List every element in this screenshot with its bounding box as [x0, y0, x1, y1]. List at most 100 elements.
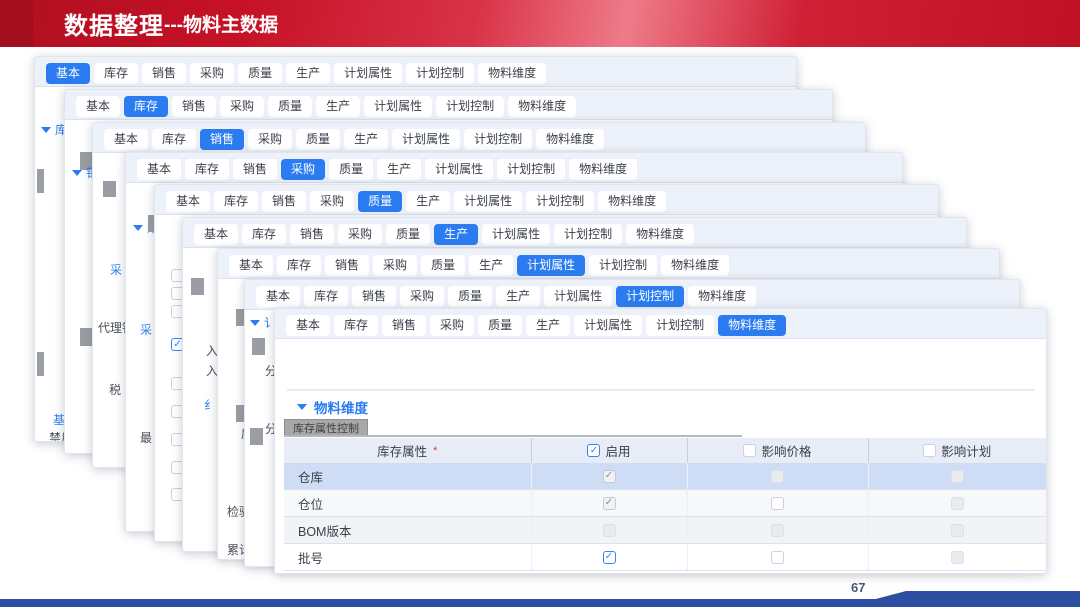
tab-material-dimension[interactable]: 物料维度 [569, 159, 637, 180]
tab-quality[interactable]: 质量 [448, 286, 492, 307]
tab-inventory[interactable]: 库存 [242, 224, 286, 245]
tab-quality[interactable]: 质量 [358, 191, 402, 212]
tab-quality[interactable]: 质量 [386, 224, 430, 245]
tab-purchase[interactable]: 采购 [400, 286, 444, 307]
tab-planning-control[interactable]: 计划控制 [436, 96, 504, 117]
table-row[interactable]: 仓位✓ [284, 490, 1046, 517]
tab-inventory[interactable]: 库存 [185, 159, 229, 180]
tab-inventory[interactable]: 库存 [94, 63, 138, 84]
affects-price-checkbox[interactable] [771, 551, 784, 564]
column-header-2: 影响价格 [687, 438, 868, 463]
subtab-inventory-attribute-control[interactable]: 库存属性控制 [284, 419, 368, 435]
tab-bar: 基本库存销售采购质量生产计划属性计划控制物料维度 [35, 57, 796, 87]
material-dimension-section-header[interactable]: 物料维度 [297, 397, 368, 417]
header-checkbox[interactable]: ✓ [587, 444, 600, 457]
tab-material-dimension[interactable]: 物料维度 [536, 129, 604, 150]
tab-inventory[interactable]: 库存 [152, 129, 196, 150]
tab-material-dimension[interactable]: 物料维度 [508, 96, 576, 117]
affects-price-checkbox[interactable] [771, 497, 784, 510]
tab-inventory[interactable]: 库存 [304, 286, 348, 307]
tab-basic[interactable]: 基本 [286, 315, 330, 336]
tab-sales[interactable]: 销售 [172, 96, 216, 117]
header-checkbox[interactable] [923, 444, 936, 457]
tab-planning-attribute[interactable]: 计划属性 [574, 315, 642, 336]
tab-material-dimension[interactable]: 物料维度 [478, 63, 546, 84]
tab-planning-control[interactable]: 计划控制 [497, 159, 565, 180]
tab-quality[interactable]: 质量 [296, 129, 340, 150]
tab-purchase[interactable]: 采购 [310, 191, 354, 212]
tab-sales[interactable]: 销售 [290, 224, 334, 245]
tab-purchase[interactable]: 采购 [248, 129, 292, 150]
tab-planning-attribute[interactable]: 计划属性 [454, 191, 522, 212]
tab-inventory[interactable]: 库存 [277, 255, 321, 276]
tab-material-dimension[interactable]: 物料维度 [661, 255, 729, 276]
tab-planning-attribute[interactable]: 计划属性 [482, 224, 550, 245]
tab-basic[interactable]: 基本 [76, 96, 120, 117]
tab-material-dimension[interactable]: 物料维度 [598, 191, 666, 212]
tab-material-dimension[interactable]: 物料维度 [718, 315, 786, 336]
affects-plan-cell [868, 463, 1046, 490]
tab-basic[interactable]: 基本 [256, 286, 300, 307]
tab-production[interactable]: 生产 [434, 224, 478, 245]
tab-planning-control[interactable]: 计划控制 [646, 315, 714, 336]
tab-quality[interactable]: 质量 [238, 63, 282, 84]
tab-material-dimension[interactable]: 物料维度 [688, 286, 756, 307]
tab-sales[interactable]: 销售 [233, 159, 277, 180]
tab-purchase[interactable]: 采购 [190, 63, 234, 84]
tab-production[interactable]: 生产 [469, 255, 513, 276]
tab-quality[interactable]: 质量 [421, 255, 465, 276]
tab-production[interactable]: 生产 [286, 63, 330, 84]
tab-basic[interactable]: 基本 [166, 191, 210, 212]
tab-sales[interactable]: 销售 [200, 129, 244, 150]
tab-sales[interactable]: 销售 [325, 255, 369, 276]
tab-planning-control[interactable]: 计划控制 [554, 224, 622, 245]
tab-planning-attribute[interactable]: 计划属性 [392, 129, 460, 150]
tab-bar: 基本库存销售采购质量生产计划属性计划控制物料维度 [93, 123, 865, 153]
tab-inventory[interactable]: 库存 [334, 315, 378, 336]
tab-planning-control[interactable]: 计划控制 [464, 129, 532, 150]
tab-material-dimension[interactable]: 物料维度 [626, 224, 694, 245]
slide-title-banner: 数据整理 ---物料主数据 [0, 0, 1080, 47]
tab-basic[interactable]: 基本 [137, 159, 181, 180]
tab-production[interactable]: 生产 [526, 315, 570, 336]
tab-planning-control[interactable]: 计划控制 [616, 286, 684, 307]
tab-production[interactable]: 生产 [316, 96, 360, 117]
tab-planning-attribute[interactable]: 计划属性 [334, 63, 402, 84]
tab-purchase[interactable]: 采购 [338, 224, 382, 245]
tab-quality[interactable]: 质量 [268, 96, 312, 117]
table-row[interactable]: 批号✓ [284, 544, 1046, 571]
tab-basic[interactable]: 基本 [104, 129, 148, 150]
tab-inventory[interactable]: 库存 [124, 96, 168, 117]
section-expand-triangle-icon[interactable]: 讠 [250, 314, 276, 331]
tab-production[interactable]: 生产 [344, 129, 388, 150]
attribute-name-cell: BOM版本 [284, 517, 531, 544]
tab-sales[interactable]: 销售 [382, 315, 426, 336]
tab-basic[interactable]: 基本 [194, 224, 238, 245]
tab-quality[interactable]: 质量 [329, 159, 373, 180]
table-row[interactable]: BOM版本 [284, 517, 1046, 544]
tab-production[interactable]: 生产 [496, 286, 540, 307]
tab-purchase[interactable]: 采购 [220, 96, 264, 117]
tab-production[interactable]: 生产 [406, 191, 450, 212]
tab-purchase[interactable]: 采购 [281, 159, 325, 180]
tab-quality[interactable]: 质量 [478, 315, 522, 336]
enabled-checkbox[interactable]: ✓ [603, 551, 616, 564]
tab-inventory[interactable]: 库存 [214, 191, 258, 212]
table-row[interactable]: 仓库✓ [284, 463, 1046, 490]
tab-planning-attribute[interactable]: 计划属性 [425, 159, 493, 180]
tab-basic[interactable]: 基本 [229, 255, 273, 276]
tab-planning-control[interactable]: 计划控制 [406, 63, 474, 84]
tab-purchase[interactable]: 采购 [373, 255, 417, 276]
tab-planning-attribute[interactable]: 计划属性 [517, 255, 585, 276]
tab-planning-control[interactable]: 计划控制 [526, 191, 594, 212]
tab-sales[interactable]: 销售 [352, 286, 396, 307]
tab-production[interactable]: 生产 [377, 159, 421, 180]
tab-sales[interactable]: 销售 [142, 63, 186, 84]
header-checkbox[interactable] [743, 444, 756, 457]
tab-planning-attribute[interactable]: 计划属性 [364, 96, 432, 117]
tab-purchase[interactable]: 采购 [430, 315, 474, 336]
tab-sales[interactable]: 销售 [262, 191, 306, 212]
tab-planning-attribute[interactable]: 计划属性 [544, 286, 612, 307]
tab-planning-control[interactable]: 计划控制 [589, 255, 657, 276]
tab-basic[interactable]: 基本 [46, 63, 90, 84]
